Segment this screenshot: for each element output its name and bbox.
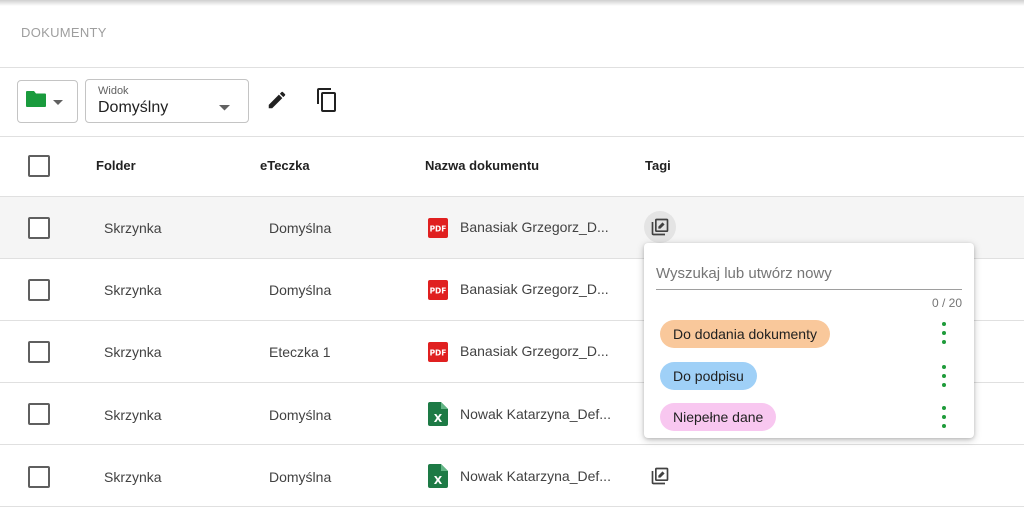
row-checkbox[interactable] — [28, 279, 50, 301]
excel-file-icon: X — [428, 402, 448, 426]
tag-chip[interactable]: Do dodania dokumenty — [660, 320, 830, 348]
folder-cell: Skrzynka — [104, 407, 162, 423]
column-header-tags[interactable]: Tagi — [645, 158, 671, 173]
toolbar-divider — [0, 136, 1024, 137]
pdf-file-icon: PDF — [428, 280, 448, 300]
excel-file-icon: X — [428, 464, 448, 488]
document-name-link[interactable]: Banasiak Grzegorz_D... — [460, 219, 609, 235]
more-vert-icon[interactable] — [940, 406, 948, 428]
svg-text:X: X — [434, 474, 443, 487]
document-name-link[interactable]: Banasiak Grzegorz_D... — [460, 281, 609, 297]
edit-button[interactable] — [264, 89, 290, 115]
folder-cell: Skrzynka — [104, 469, 162, 485]
table-row[interactable]: Skrzynka Domyślna X Nowak Katarzyna_Def.… — [0, 445, 1024, 507]
tag-chip[interactable]: Do podpisu — [660, 362, 757, 390]
folder-cell: Skrzynka — [104, 220, 162, 236]
copy-icon — [315, 87, 339, 118]
svg-text:PDF: PDF — [430, 225, 447, 234]
row-divider — [0, 506, 1024, 507]
eteczka-cell: Domyślna — [269, 220, 332, 236]
more-vert-icon[interactable] — [940, 365, 948, 387]
copy-button[interactable] — [314, 87, 340, 118]
tag-edit-button[interactable] — [644, 460, 676, 492]
tag-search-input[interactable] — [656, 257, 962, 290]
folder-icon — [25, 90, 47, 113]
more-vert-icon[interactable] — [940, 322, 948, 344]
eteczka-cell: Domyślna — [269, 407, 332, 423]
pencil-icon — [266, 89, 288, 116]
header-divider — [0, 67, 1024, 68]
folder-cell: Skrzynka — [104, 344, 162, 360]
pdf-file-icon: PDF — [428, 342, 448, 362]
view-select[interactable]: Widok Domyślny — [85, 79, 249, 123]
row-checkbox[interactable] — [28, 217, 50, 239]
column-header-document-name[interactable]: Nazwa dokumentu — [425, 158, 539, 173]
page-title: DOKUMENTY — [21, 25, 107, 40]
tag-popup: 0 / 20 Do dodania dokumenty Do podpisu N… — [644, 243, 974, 438]
document-name-link[interactable]: Nowak Katarzyna_Def... — [460, 406, 611, 422]
column-header-folder[interactable]: Folder — [96, 158, 136, 173]
tag-counter: 0 / 20 — [931, 296, 962, 310]
chevron-down-icon — [53, 93, 63, 111]
tag-chip[interactable]: Niepełne dane — [660, 403, 777, 431]
view-select-value: Domyślny — [98, 99, 169, 116]
document-name-link[interactable]: Nowak Katarzyna_Def... — [460, 468, 611, 484]
pdf-file-icon: PDF — [428, 218, 448, 238]
folder-cell: Skrzynka — [104, 282, 162, 298]
chevron-down-icon — [219, 98, 230, 116]
view-select-label: Widok — [98, 85, 129, 97]
eteczka-cell: Domyślna — [269, 469, 332, 485]
eteczka-cell: Domyślna — [269, 282, 332, 298]
tag-edit-button[interactable] — [644, 211, 676, 243]
row-checkbox[interactable] — [28, 466, 50, 488]
row-checkbox[interactable] — [28, 341, 50, 363]
tag-edit-icon — [651, 467, 669, 485]
eteczka-cell: Eteczka 1 — [269, 344, 331, 360]
select-all-checkbox[interactable] — [28, 155, 50, 177]
svg-text:PDF: PDF — [430, 349, 447, 358]
svg-text:PDF: PDF — [430, 287, 447, 296]
column-header-eteczka[interactable]: eTeczka — [260, 158, 310, 173]
top-shadow — [0, 0, 1024, 6]
document-name-link[interactable]: Banasiak Grzegorz_D... — [460, 343, 609, 359]
svg-text:X: X — [434, 412, 443, 425]
tag-edit-icon — [651, 218, 669, 236]
row-checkbox[interactable] — [28, 403, 50, 425]
folder-select-button[interactable] — [17, 80, 78, 123]
